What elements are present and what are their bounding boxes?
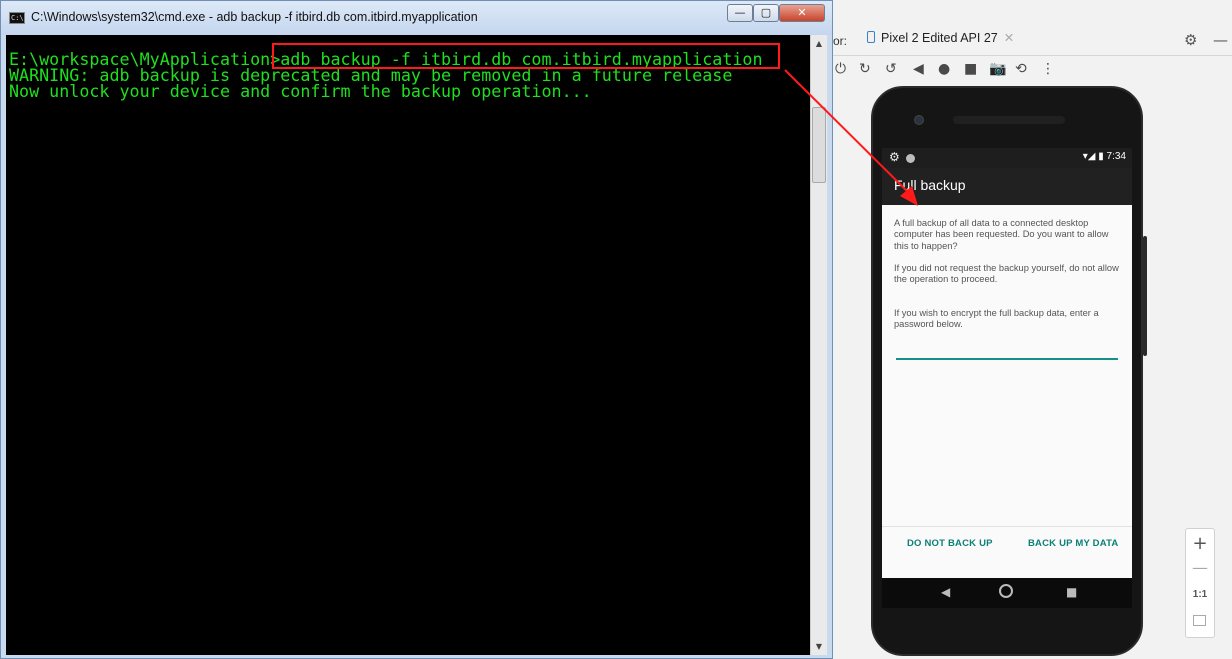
notification-dot-icon <box>906 154 915 163</box>
maximize-button[interactable]: ▢ <box>753 4 779 22</box>
device-icon <box>867 31 875 43</box>
nav-back-icon[interactable]: ◀ <box>941 585 950 599</box>
page-title: Full backup <box>894 177 966 193</box>
settings-notification-icon: ⚙ <box>889 150 900 164</box>
scroll-down-icon[interactable]: ▼ <box>811 638 827 655</box>
back-icon[interactable]: ◀ <box>913 60 924 78</box>
cmd-window-title: C:\Windows\system32\cmd.exe - adb backup… <box>31 10 478 24</box>
terminal-scrollbar[interactable]: ▲ ▼ <box>810 35 827 655</box>
terminal-output[interactable]: E:\workspace\MyApplication>adb backup -f… <box>6 35 810 655</box>
scroll-up-icon[interactable]: ▲ <box>811 35 827 52</box>
camera-lens-icon <box>914 115 924 125</box>
encrypt-hint: If you wish to encrypt the full backup d… <box>894 308 1099 330</box>
emulator-panel: or: Pixel 2 Edited API 27 ✕ ⚙ — ⏻ ↻ ↺ ◀ ●… <box>833 0 1232 659</box>
rotate-right-icon[interactable]: ↻ <box>859 60 871 78</box>
snapshot-icon[interactable]: ⟲ <box>1015 60 1027 78</box>
phone-frame: ⚙ ▾◢ ▮ 7:34 Full backup A full backup of… <box>871 86 1147 656</box>
status-time: ▾◢ ▮ 7:34 <box>1082 151 1126 162</box>
backup-warning: If you did not request the backup yourse… <box>894 263 1119 285</box>
scrollbar-thumb[interactable] <box>812 107 826 183</box>
backup-message: A full backup of all data to a connected… <box>894 218 1109 251</box>
emulator-label: or: <box>833 34 848 48</box>
navigation-bar: ◀ ■ <box>882 578 1132 608</box>
power-icon[interactable]: ⏻ <box>835 60 846 78</box>
zoom-in-button[interactable]: + <box>1186 533 1214 554</box>
terminal-line-prompt: Now unlock your device and confirm the b… <box>9 81 592 101</box>
minimize-button[interactable]: — <box>727 4 753 22</box>
cmd-window: C:\. C:\Windows\system32\cmd.exe - adb b… <box>0 0 833 659</box>
toolbar-divider <box>833 55 1232 56</box>
app-bar: Full backup <box>882 168 1132 205</box>
hide-panel-icon[interactable]: — <box>1213 31 1228 49</box>
desktop: C:\. C:\Windows\system32\cmd.exe - adb b… <box>0 0 1232 659</box>
nav-home-icon[interactable] <box>999 584 1013 598</box>
button-divider <box>882 526 1132 527</box>
tab-device-label: Pixel 2 Edited API 27 <box>881 31 998 45</box>
tab-close-icon[interactable]: ✕ <box>1004 31 1014 45</box>
tab-device[interactable]: Pixel 2 Edited API 27 ✕ <box>867 30 1031 54</box>
cmd-app-icon: C:\. <box>9 12 28 24</box>
more-icon[interactable]: ⋮ <box>1041 60 1055 78</box>
camera-icon[interactable]: 📷 <box>989 60 1006 78</box>
close-button[interactable]: ✕ <box>779 4 825 22</box>
gear-icon[interactable]: ⚙ <box>1184 31 1197 49</box>
status-bar: ⚙ ▾◢ ▮ 7:34 <box>882 148 1132 168</box>
nav-recents-icon[interactable]: ■ <box>1066 585 1077 599</box>
password-input[interactable] <box>896 358 1118 360</box>
command-highlight-box <box>272 43 780 69</box>
back-up-my-data-button[interactable]: BACK UP MY DATA <box>1028 538 1118 549</box>
zoom-reset-button[interactable]: 1:1 <box>1186 589 1214 600</box>
phone-speaker <box>953 116 1065 124</box>
zoom-fit-icon[interactable] <box>1193 615 1206 626</box>
emulator-toolbar: ⏻ ↻ ↺ ◀ ● ■ 📷 ⟲ ⋮ <box>833 58 1232 80</box>
home-icon[interactable]: ● <box>938 60 950 78</box>
overview-icon[interactable]: ■ <box>964 60 977 78</box>
cmd-titlebar[interactable]: C:\. C:\Windows\system32\cmd.exe - adb b… <box>1 1 832 35</box>
zoom-out-button[interactable]: — <box>1186 558 1214 577</box>
rotate-left-icon[interactable]: ↺ <box>885 60 897 78</box>
do-not-back-up-button[interactable]: DO NOT BACK UP <box>907 538 993 549</box>
zoom-controls: + — 1:1 <box>1185 528 1215 638</box>
phone-side-button[interactable] <box>1143 236 1147 356</box>
phone-screen: ⚙ ▾◢ ▮ 7:34 Full backup A full backup of… <box>882 148 1132 578</box>
